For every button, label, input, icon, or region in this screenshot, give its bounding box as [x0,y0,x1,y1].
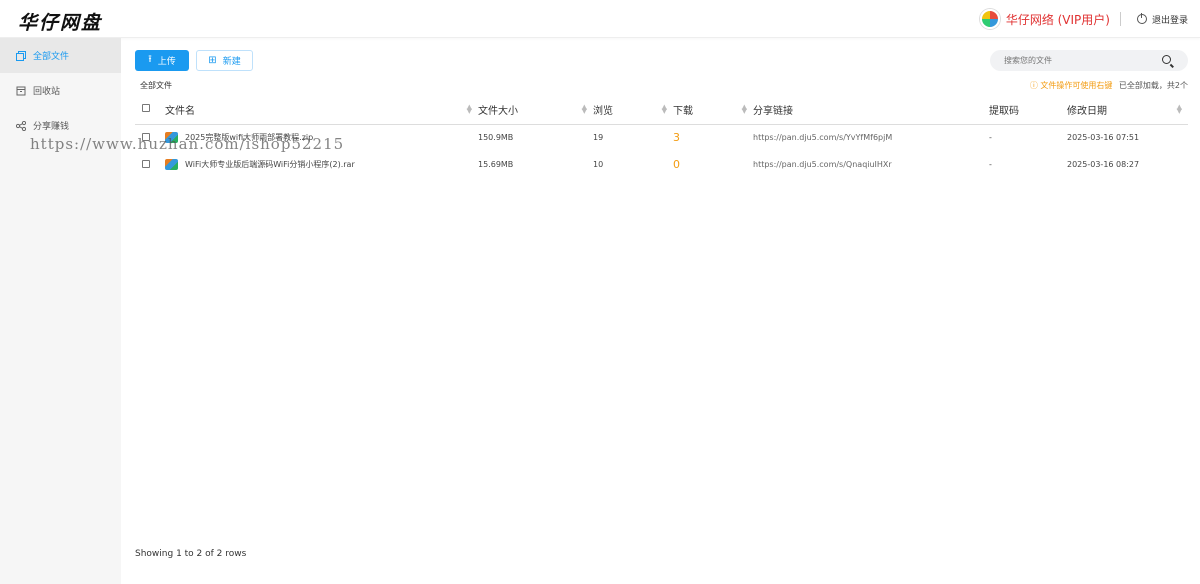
column-header-name[interactable]: 文件名 ▲ ▼ [165,96,478,125]
search-input[interactable] [990,50,1188,71]
download-count: 0 [673,158,680,171]
sidebar-item-recycle-bin[interactable]: 回收站 [0,73,121,108]
file-size: 15.69MB [478,160,514,169]
extract-code: - [989,160,992,169]
app-logo[interactable]: 华仔网盘 [18,8,102,35]
table-row[interactable]: 2025完整版wifi大师雨部署教程.zip 150.9MB 19 3 http… [135,124,1188,151]
archive-file-icon [165,132,178,144]
table-header-row: 文件名 ▲ ▼ 文件大小 ▲ ▼ 浏览 ▲ ▼ 下载 ▲ ▼ 分享链接 提取码 修改日期 ▲ ▼ [135,96,1188,125]
column-header-share-link[interactable]: 分享链接 [753,96,989,125]
modified-date: 2025-03-16 07:51 [1067,133,1140,143]
new-button[interactable]: ⊞ 新建 [196,50,253,71]
modified-date: 2025-03-16 08:27 [1067,160,1140,169]
sort-icon[interactable]: ▲ ▼ [662,104,667,115]
share-icon [16,120,26,131]
file-name-cell[interactable]: 2025完整版wifi大师雨部署教程.zip [165,124,478,151]
power-icon [1136,13,1147,24]
upload-button[interactable]: ⭱ 上传 [135,50,189,71]
search-icon[interactable] [1162,55,1171,64]
column-header-date[interactable]: 修改日期 ▲ ▼ [1067,96,1188,125]
share-link[interactable]: https://pan.dju5.com/s/YvYfMf6pjM [753,124,989,151]
sort-icon[interactable]: ▲ ▼ [1177,104,1182,115]
user-area: 华仔网络 (VIP用户) 退出登录 [979,8,1188,30]
sidebar-item-label: 分享赚钱 [33,122,70,132]
avatar[interactable] [979,9,1000,29]
main-content: ⭱ 上传 ⊞ 新建 全部文件 ⓘ 文件操作可使用右键 已全部加载，共2个 文件名… [121,38,1200,584]
upload-icon: ⭱ [148,54,152,65]
table-row[interactable]: WiFi大师专业版后端源码WiFi分销小程序(2).rar 15.69MB 10… [135,151,1188,178]
user-name[interactable]: 华仔网络 (VIP用户) [1006,11,1110,28]
sidebar: 全部文件 回收站 分享赚钱 [0,38,121,584]
sort-icon[interactable]: ▲ ▼ [742,104,747,115]
logout-label: 退出登录 [1151,15,1188,26]
trash-icon [16,86,26,95]
view-count: 10 [593,160,604,169]
share-link[interactable]: https://pan.dju5.com/s/QnaqiuIHXr [753,151,989,178]
header-divider [1119,12,1121,26]
column-header-code[interactable]: 提取码 [989,96,1067,125]
column-header-downloads[interactable]: 下载 ▲ ▼ [673,96,753,125]
sort-icon[interactable]: ▲ ▼ [582,104,587,115]
column-header-size[interactable]: 文件大小 ▲ ▼ [478,96,593,125]
hint-text: ⓘ 文件操作可使用右键 [1029,81,1113,90]
download-count: 3 [673,131,680,145]
new-folder-icon: ⊞ [208,55,217,66]
sidebar-item-share-earn[interactable]: 分享赚钱 [0,108,121,143]
row-select-cell [135,124,165,151]
file-name[interactable]: 2025完整版wifi大师雨部署教程.zip [185,132,313,143]
row-checkbox[interactable] [142,159,150,168]
row-select-cell [135,151,165,178]
load-status: 已全部加载，共2个 [1118,81,1188,90]
sidebar-item-label: 回收站 [33,87,61,97]
extract-code: - [989,133,992,143]
breadcrumb[interactable]: 全部文件 [140,80,172,91]
logout-button[interactable]: 退出登录 [1136,13,1188,26]
sidebar-item-all-files[interactable]: 全部文件 [0,38,121,73]
select-all-cell [135,96,165,125]
top-header: 华仔网盘 华仔网络 (VIP用户) 退出登录 [0,0,1200,38]
file-name[interactable]: WiFi大师专业版后端源码WiFi分销小程序(2).rar [185,159,355,170]
row-checkbox[interactable] [142,132,150,141]
select-all-checkbox[interactable] [142,104,150,113]
sidebar-item-label: 全部文件 [33,52,70,62]
file-table: 文件名 ▲ ▼ 文件大小 ▲ ▼ 浏览 ▲ ▼ 下载 ▲ ▼ 分享链接 提取码 修改日期 ▲ ▼ 2… [135,96,1188,178]
status-bar: ⓘ 文件操作可使用右键 已全部加载，共2个 [1030,80,1188,91]
file-size: 150.9MB [478,133,514,143]
pagination-info: Showing 1 to 2 of 2 rows [135,549,247,559]
view-count: 19 [593,133,604,143]
archive-file-icon [165,159,178,170]
files-icon [16,50,26,61]
new-label: 新建 [222,57,241,67]
sort-icon[interactable]: ▲ ▼ [467,104,472,115]
upload-label: 上传 [157,57,176,67]
file-name-cell[interactable]: WiFi大师专业版后端源码WiFi分销小程序(2).rar [165,151,478,178]
column-header-views[interactable]: 浏览 ▲ ▼ [593,96,673,125]
